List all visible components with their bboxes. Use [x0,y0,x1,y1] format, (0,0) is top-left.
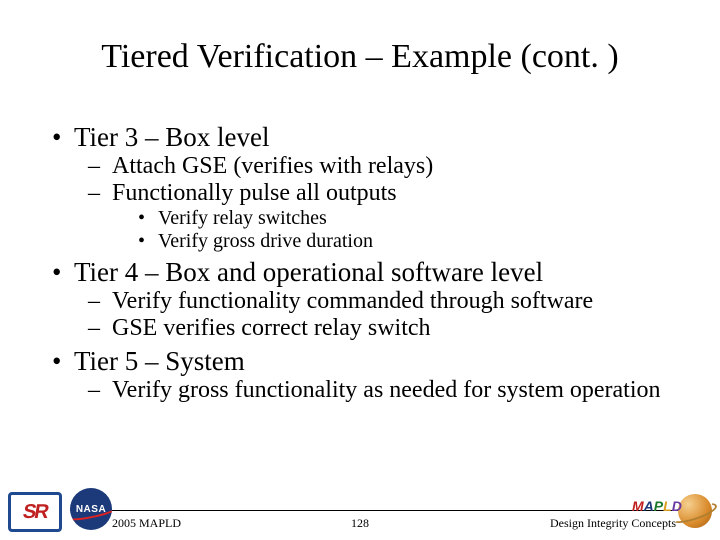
bullet-dot-icon: • [48,257,74,288]
bullet-tier3-b-i: •Verify relay switches [136,207,672,230]
bullet-text: Verify gross drive duration [158,230,672,253]
slide-title: Tiered Verification – Example (cont. ) [0,38,720,76]
mapld-logo: MAPLD [632,488,712,532]
bullet-tier5: •Tier 5 – System [48,346,672,377]
bullet-dot-icon: • [136,230,158,253]
dash-icon: – [88,153,112,180]
bullet-tier3-b: –Functionally pulse all outputs [88,180,672,207]
bullet-tier3: •Tier 3 – Box level [48,122,672,153]
bullet-text: Verify relay switches [158,207,672,230]
bullet-text: Functionally pulse all outputs [112,180,672,207]
bullet-dot-icon: • [48,122,74,153]
dash-icon: – [88,315,112,342]
slide-content: •Tier 3 – Box level –Attach GSE (verifie… [48,118,672,404]
bullet-tier3-b-ii: •Verify gross drive duration [136,230,672,253]
footer-divider [70,510,706,511]
dash-icon: – [88,180,112,207]
bullet-tier5-a: –Verify gross functionality as needed fo… [88,377,672,404]
mapld-logo-text: MAPLD [632,498,682,516]
slide-footer: SR NASA 2005 MAPLD 128 Design Integrity … [0,478,720,540]
bullet-text: Tier 4 – Box and operational software le… [74,257,672,288]
bullet-text: Verify functionality commanded through s… [112,288,672,315]
bullet-tier4-a: –Verify functionality commanded through … [88,288,672,315]
dash-icon: – [88,288,112,315]
bullet-tier3-a: –Attach GSE (verifies with relays) [88,153,672,180]
nasa-logo-text: NASA [76,504,106,515]
dash-icon: – [88,377,112,404]
bullet-dot-icon: • [48,346,74,377]
slide: Tiered Verification – Example (cont. ) •… [0,0,720,540]
bullet-dot-icon: • [136,207,158,230]
bullet-text: Verify gross functionality as needed for… [112,377,672,404]
bullet-text: GSE verifies correct relay switch [112,315,672,342]
bullet-tier4-b: –GSE verifies correct relay switch [88,315,672,342]
bullet-text: Attach GSE (verifies with relays) [112,153,672,180]
bullet-text: Tier 5 – System [74,346,672,377]
bullet-text: Tier 3 – Box level [74,122,672,153]
bullet-tier4: •Tier 4 – Box and operational software l… [48,257,672,288]
